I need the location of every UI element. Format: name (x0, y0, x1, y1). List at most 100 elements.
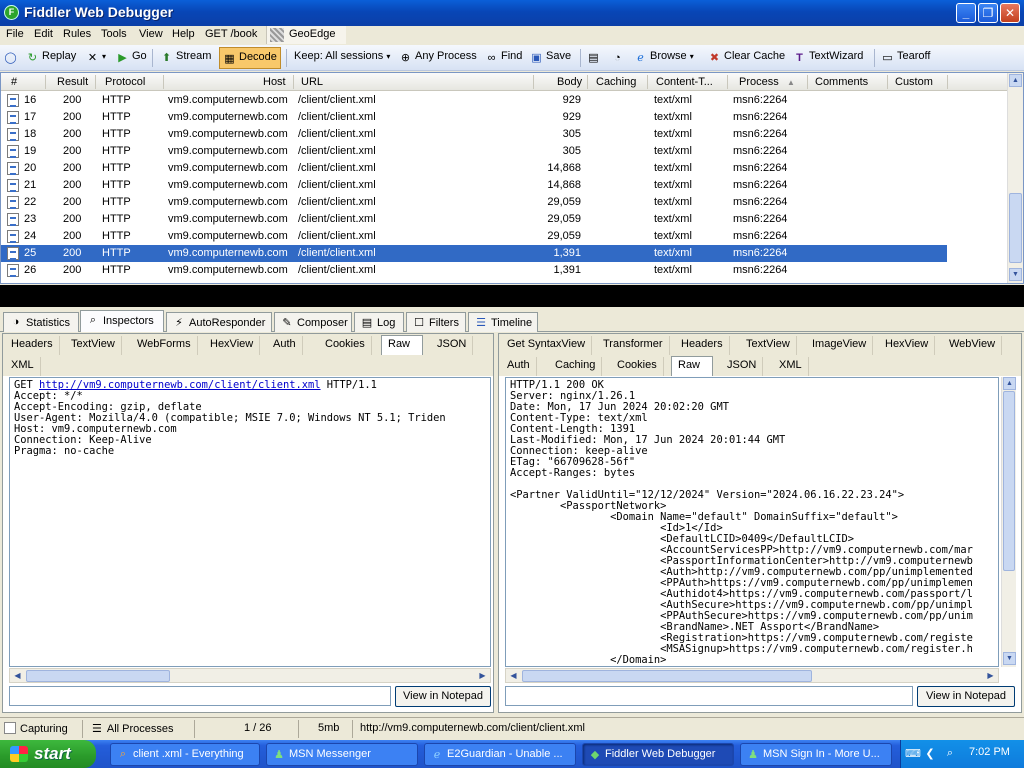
scroll-left-arrow-icon[interactable]: ◀ (507, 670, 520, 682)
session-row[interactable]: 20 200 HTTP vm9.computernewb.com/client/cli… (1, 160, 947, 177)
column-header-custom[interactable]: Custom (895, 76, 933, 88)
scroll-left-arrow-icon[interactable]: ◀ (11, 670, 24, 682)
tab-log[interactable]: ▤ Log (354, 312, 404, 332)
column-divider[interactable] (807, 75, 808, 89)
column-divider[interactable] (95, 75, 96, 89)
column-header-host[interactable]: Host (263, 76, 286, 88)
session-row[interactable]: 22 200 HTTP vm9.computernewb.com/client/cli… (1, 194, 947, 211)
session-row[interactable]: 18 200 HTTP vm9.computernewb.com/client/cli… (1, 126, 947, 143)
scroll-down-arrow-icon[interactable]: ▼ (1009, 268, 1022, 281)
response-horizontal-scrollbar[interactable]: ◀ ▶ (505, 668, 999, 683)
scroll-up-arrow-icon[interactable]: ▲ (1003, 377, 1016, 390)
response-tab-raw[interactable]: Raw (671, 356, 713, 376)
request-view-in-notepad-button[interactable]: View in Notepad (395, 686, 491, 707)
request-tab-cookies[interactable]: Cookies (319, 336, 372, 355)
browse-button[interactable]: ℯ Browse ▾ (634, 50, 694, 67)
any-process-button[interactable]: ⊕ Any Process (399, 50, 477, 67)
comment-button[interactable]: ◯ (4, 50, 20, 67)
request-tab-auth[interactable]: Auth (267, 336, 303, 355)
scroll-up-arrow-icon[interactable]: ▲ (1009, 74, 1022, 87)
response-tab-webview[interactable]: WebView (943, 336, 1003, 355)
close-button[interactable]: ✕ (1000, 3, 1020, 23)
column-divider[interactable] (533, 75, 534, 89)
remove-button[interactable]: ✕ ▾ (86, 50, 106, 67)
request-horizontal-scrollbar[interactable]: ◀ ▶ (9, 668, 491, 683)
response-tab-imageview[interactable]: ImageView (806, 336, 874, 355)
decode-button[interactable]: ▦ Decode (219, 47, 281, 69)
clock[interactable]: 7:02 PM (969, 746, 1010, 758)
response-view-in-notepad-button[interactable]: View in Notepad (917, 686, 1015, 707)
response-tab-syntaxview[interactable]: Get SyntaxView (501, 336, 593, 355)
screenshot-button[interactable]: ▤ (587, 50, 603, 67)
menu-view[interactable]: View (139, 28, 163, 40)
capturing-indicator[interactable]: Capturing (4, 722, 68, 735)
column-divider[interactable] (947, 75, 948, 89)
column-header-comments[interactable]: Comments (815, 76, 868, 88)
response-vertical-scrollbar[interactable]: ▲ ▼ (1001, 377, 1016, 667)
tab-inspectors[interactable]: ⌕ Inspectors (80, 310, 164, 332)
scrollbar-thumb[interactable] (1003, 391, 1015, 571)
timer-button[interactable]: ◔ (611, 50, 627, 67)
tearoff-button[interactable]: ▭ Tearoff (881, 50, 930, 67)
menu-get-book[interactable]: GET /book (205, 28, 257, 40)
textwizard-button[interactable]: T TextWizard (793, 50, 863, 67)
taskbar-item-e2guardian[interactable]: ℯ E2Guardian - Unable ... (424, 743, 576, 766)
response-tab-transformer[interactable]: Transformer (597, 336, 670, 355)
keep-sessions-dropdown[interactable]: Keep: All sessions ▾ (294, 50, 390, 67)
response-tab-json[interactable]: JSON (721, 357, 764, 376)
request-tab-webforms[interactable]: WebForms (131, 336, 198, 355)
response-raw-text[interactable]: HTTP/1.1 200 OK Server: nginx/1.26.1 Dat… (505, 377, 999, 667)
request-tab-raw[interactable]: Raw (381, 335, 423, 355)
taskbar-item-fiddler[interactable]: ◆ Fiddler Web Debugger (582, 743, 734, 766)
column-divider[interactable] (647, 75, 648, 89)
response-tab-cookies[interactable]: Cookies (611, 357, 664, 376)
session-list-scrollbar[interactable]: ▲ ▼ (1007, 73, 1023, 283)
column-header-caching[interactable]: Caching (596, 76, 636, 88)
session-row[interactable]: 16 200 HTTP vm9.computernewb.com/client/cli… (1, 92, 947, 109)
menu-rules[interactable]: Rules (63, 28, 91, 40)
column-header-content-type[interactable]: Content-T... (656, 76, 713, 88)
response-tab-auth[interactable]: Auth (501, 357, 537, 376)
find-button[interactable]: ∞ Find (485, 50, 523, 67)
scroll-right-arrow-icon[interactable]: ▶ (984, 670, 997, 682)
chevron-left-icon[interactable]: ❮ (923, 747, 937, 761)
scroll-right-arrow-icon[interactable]: ▶ (476, 670, 489, 682)
session-row[interactable]: 25 200 HTTP vm9.computernewb.com/client/cli… (1, 245, 947, 262)
column-divider[interactable] (727, 75, 728, 89)
response-tab-headers[interactable]: Headers (675, 336, 730, 355)
go-button[interactable]: ▶ Go (116, 50, 146, 67)
stream-button[interactable]: ⬆ Stream (160, 50, 212, 67)
request-tab-xml[interactable]: XML (5, 357, 41, 376)
column-header-body[interactable]: Body (557, 76, 582, 88)
column-header-url[interactable]: URL (301, 76, 323, 88)
scrollbar-thumb[interactable] (522, 670, 812, 682)
column-divider[interactable] (293, 75, 294, 89)
taskbar-item-msn-messenger[interactable]: ♟ MSN Messenger (266, 743, 418, 766)
splitter-bar[interactable] (0, 285, 1024, 307)
session-row[interactable]: 21 200 HTTP vm9.computernewb.com/client/cli… (1, 177, 947, 194)
session-row[interactable]: 19 200 HTTP vm9.computernewb.com/client/cli… (1, 143, 947, 160)
process-filter[interactable]: ☰ All Processes (92, 722, 174, 735)
tab-statistics[interactable]: ◑ Statistics (3, 312, 79, 332)
tab-composer[interactable]: ✎ Composer (274, 312, 352, 332)
clear-cache-button[interactable]: ✖ Clear Cache (708, 50, 785, 67)
request-tab-textview[interactable]: TextView (65, 336, 122, 355)
maximize-button[interactable]: ❐ (978, 3, 998, 23)
scrollbar-thumb[interactable] (26, 670, 170, 682)
column-divider[interactable] (587, 75, 588, 89)
keyboard-icon[interactable]: ⌨ (905, 747, 921, 761)
tab-autoresponder[interactable]: ⚡ AutoResponder (166, 312, 272, 332)
request-find-input[interactable] (9, 686, 391, 706)
column-header-id[interactable]: # (11, 76, 17, 88)
response-tab-xml[interactable]: XML (773, 357, 809, 376)
column-header-process[interactable]: Process (739, 76, 779, 88)
geoedge-menu[interactable]: GeoEdge (266, 26, 346, 44)
menu-help[interactable]: Help (172, 28, 195, 40)
menu-edit[interactable]: Edit (34, 28, 53, 40)
request-tab-hexview[interactable]: HexView (204, 336, 261, 355)
menu-tools[interactable]: Tools (101, 28, 127, 40)
tab-filters[interactable]: ☐ Filters (406, 312, 466, 332)
column-header-result[interactable]: Result (57, 76, 88, 88)
response-tab-hexview[interactable]: HexView (879, 336, 936, 355)
column-divider[interactable] (887, 75, 888, 89)
